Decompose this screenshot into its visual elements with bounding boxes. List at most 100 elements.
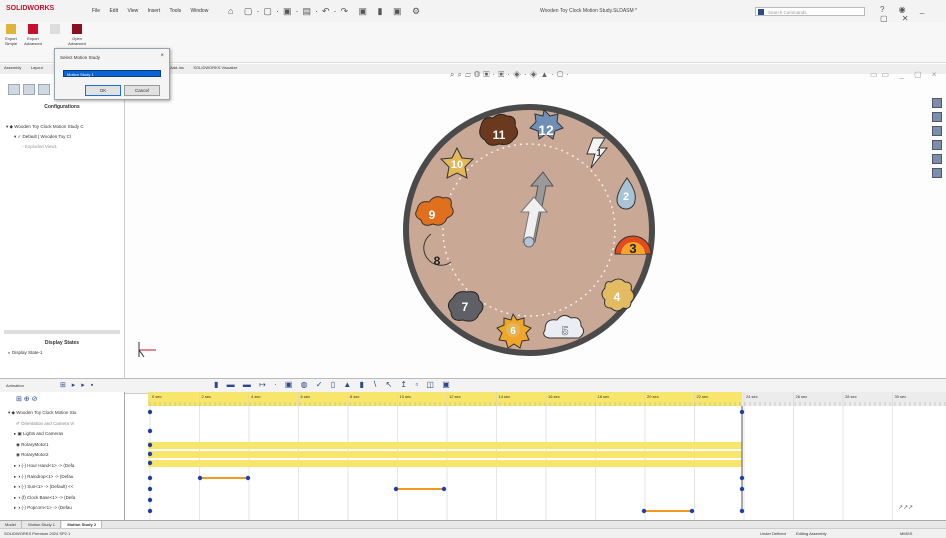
tab-layout[interactable]: Layout (27, 64, 47, 71)
tab-motion-study-1[interactable]: Motion Study 1 (23, 521, 61, 528)
motor2-timeline-bar (148, 451, 742, 458)
view-palette-icon[interactable] (932, 140, 942, 150)
key-point (641, 508, 647, 514)
config-manager-icon[interactable] (38, 84, 50, 95)
menu-item-window[interactable]: Window (191, 8, 209, 14)
clock-number-11: 11 (479, 113, 519, 146)
svg-text:5: 5 (562, 324, 569, 338)
svg-text:8: 8 (434, 254, 441, 268)
timeline-tools[interactable]: ▮ ▬ ▬ ↦ · ▣ ◍ ✓ ▯ ▲ ▮ ∖ ↖ ↥ ▫ ◫ ▣ (214, 380, 453, 389)
task-pane-tabs (932, 98, 942, 182)
svg-text:11: 11 (493, 128, 506, 142)
export-advanced-icon (28, 24, 38, 34)
tree-item[interactable]: ▸ ◑ (f) Clock Base<1> -> (Defa (8, 493, 76, 504)
custom-properties-icon[interactable] (932, 168, 942, 178)
feature-tree-icon[interactable] (8, 84, 20, 95)
clock-number-4: 4 (601, 278, 635, 312)
timeline-time-label: 30 sec (895, 394, 907, 399)
tree-item[interactable]: ▸ ◑ (-) Popcorn<1> -> (Defau (8, 503, 76, 514)
open-advanced-icon (72, 24, 82, 34)
tree-item[interactable]: ▾ ◆ Wooden Toy Clock Motion Study C (6, 122, 84, 132)
key-point (148, 442, 153, 448)
tree-item[interactable]: ▸ ◑ (-) Raindrop<1> -> (Defau (8, 472, 76, 483)
tree-item[interactable]: ▾ ✓ Default [ Wooden Toy Cl (6, 132, 84, 142)
hour-hand-timeline-bar (148, 460, 742, 467)
display-states-heading: Display States (44, 340, 80, 346)
open-advanced-button[interactable]: Open Advanced (68, 24, 86, 46)
export-simple-label: Export Simple (4, 36, 18, 46)
menu-item-tools[interactable]: Tools (169, 8, 181, 14)
cancel-button[interactable]: Cancel (124, 85, 160, 96)
property-manager-icon[interactable] (23, 84, 35, 95)
timeline-time-label: 4 sec (251, 394, 261, 399)
filter-icons[interactable]: ⊞ ⊕ ⊘ (16, 395, 38, 403)
app-logo[interactable]: SOLIDWORKS (6, 5, 54, 12)
export-advanced-button[interactable]: Export Advanced (24, 24, 42, 46)
timeline-time-label: 14 sec (499, 394, 511, 399)
display-state-item[interactable]: ◐ Display State-1 (8, 350, 42, 355)
resources-icon[interactable] (932, 98, 942, 108)
timeline-time-label: 24 sec (746, 394, 758, 399)
menu-item-edit[interactable]: Edit (109, 8, 118, 14)
motion-study-select[interactable]: Motion Study 1 (63, 70, 161, 77)
svg-text:12: 12 (538, 122, 554, 138)
timeline-area[interactable]: 0 sec 2 sec 4 sec 6 sec 8 sec 10 sec 12 sec 14 … (148, 392, 946, 520)
tab-motion-study-2[interactable]: Motion Study 2 (62, 521, 103, 528)
horizontal-scrollbar[interactable] (4, 330, 120, 334)
playback-controls[interactable]: ⊞ ▸ ▸ ▪ (60, 381, 95, 389)
ok-button[interactable]: OK (85, 85, 121, 96)
search-icon (758, 9, 764, 15)
tab-model[interactable]: Model (0, 521, 22, 528)
tree-item[interactable]: ▸ ◑ (-) Sun<1> -> (Default) << (8, 482, 76, 493)
timeline-ruler-beyond (742, 392, 946, 406)
clock-model[interactable]: 12 1 2 3 4 5 6 7 8 9 10 11 (401, 102, 657, 358)
tree-item[interactable]: ✐ Orientation and Camera Vi (8, 419, 76, 430)
export-simple-button[interactable]: Export Simple (2, 24, 20, 46)
key-point (148, 428, 153, 434)
close-icon[interactable]: × (160, 53, 164, 59)
document-title: Wooden Toy Clock Motion Study.SLDASM * (540, 8, 637, 14)
key-point (245, 475, 251, 481)
key-point (197, 475, 203, 481)
svg-text:1: 1 (596, 148, 602, 159)
viewport-controls[interactable]: ▭▭ _ ▢ × (870, 70, 940, 79)
tab-assembly[interactable]: Assembly (0, 64, 25, 71)
panel-tab-icons (8, 84, 53, 97)
search-input[interactable]: Search Commands (755, 7, 865, 16)
key-point (689, 508, 695, 514)
key-point (441, 486, 447, 492)
quick-access-toolbar[interactable]: ⌂ ▢·▢·▣·▤·↶·↷ ▣ ▮ ▣ ⚙ (228, 6, 424, 17)
tab-visualize[interactable]: SOLIDWORKS Visualize (189, 64, 241, 71)
search-placeholder: Search Commands (768, 10, 807, 15)
disabled-ribbon-button[interactable] (46, 24, 64, 36)
timeline-zoom-controls[interactable]: ↗↗↗ (898, 504, 913, 511)
tree-item[interactable]: ◉ RotaryMotor2 (8, 450, 76, 461)
menu-item-insert[interactable]: Insert (148, 8, 161, 14)
menu-item-file[interactable]: File (92, 8, 100, 14)
tree-item[interactable]: ▸ ◑ (-) Hour Hand<1> -> (Defa (8, 461, 76, 472)
export-advanced-label: Export Advanced (24, 36, 42, 46)
appearances-icon[interactable] (932, 154, 942, 164)
tree-item[interactable]: ◦ Exploded View1 (6, 142, 84, 152)
key-point (148, 497, 153, 503)
tree-item[interactable]: ▸ ▣ Lights and Cameras (8, 429, 76, 440)
clock-number-7: 7 (447, 291, 484, 322)
dialog-title: Select Motion Study (60, 55, 101, 60)
heads-up-view-toolbar[interactable]: ⌕⌕▱◍▣·▣·◈·◈▲·▢· (450, 70, 572, 80)
key-point (739, 508, 745, 514)
timeline-time-label: 18 sec (598, 394, 610, 399)
key-point (739, 475, 745, 481)
menu-item-view[interactable]: View (127, 8, 138, 14)
tree-item[interactable]: ▾ ◆ Wooden Toy Clock Motion Stu (8, 408, 76, 419)
window-controls[interactable]: ? ◉ _ ▢ ✕ (880, 5, 946, 23)
study-type-select[interactable]: Animation (6, 383, 24, 388)
key-point (393, 486, 399, 492)
timeline-time-label: 6 sec (301, 394, 311, 399)
design-library-icon[interactable] (932, 112, 942, 122)
timeline-time-label: 0 sec (152, 394, 162, 399)
key-point (148, 486, 153, 492)
file-explorer-icon[interactable] (932, 126, 942, 136)
open-advanced-label: Open Advanced (68, 36, 86, 46)
configuration-tree: ▾ ◆ Wooden Toy Clock Motion Study C ▾ ✓ … (6, 122, 84, 152)
tree-item[interactable]: ◉ RotaryMotor1 (8, 440, 76, 451)
